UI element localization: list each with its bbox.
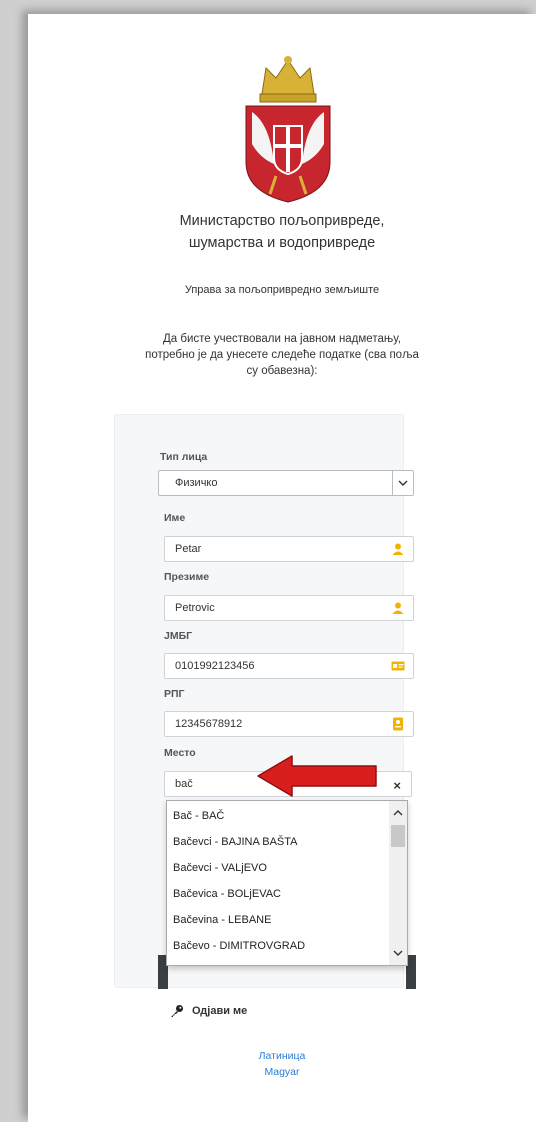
rpg-input[interactable] [175, 712, 375, 736]
ministry-title-line2: шумарства и водопривреде [188, 235, 376, 251]
rpg-label: РПГ [164, 688, 185, 700]
ministry-title-line1: Министарство пољопривреде, [179, 213, 385, 229]
place-label: Место [164, 747, 196, 759]
user-icon [392, 602, 404, 614]
department-name: Управа за пољопривредно земљиште [184, 284, 380, 296]
logout-link[interactable]: Одјави ме [170, 1004, 247, 1018]
red-arrow-annotation [257, 755, 377, 797]
surname-field[interactable] [164, 595, 414, 621]
place-dropdown-list[interactable]: Bač - BAČ Bačevci - BAJINA BAŠTA Bačevci… [166, 800, 408, 966]
dropdown-option[interactable]: Bačevo - DIMITROVGRAD [173, 940, 305, 952]
id-card-icon [391, 661, 405, 671]
person-type-value: Физичко [175, 477, 218, 489]
coat-of-arms-logo [245, 56, 331, 203]
intro-line: потребно је да унесете следеће податке (… [145, 349, 419, 361]
key-icon [171, 1005, 183, 1017]
surname-label: Презиме [164, 571, 210, 583]
hungarian-link[interactable]: Magyar [28, 1066, 536, 1078]
surname-input[interactable] [175, 596, 375, 620]
latin-link[interactable]: Латиница [28, 1050, 536, 1062]
jmbg-input[interactable] [175, 654, 375, 678]
intro-line: су обавезна): [246, 365, 318, 377]
jmbg-label: ЈМБГ [164, 630, 193, 642]
dropdown-option[interactable]: Bačevica - BOLjEVAC [173, 888, 281, 900]
chevron-up-icon[interactable] [393, 809, 403, 817]
clear-icon[interactable]: × [393, 778, 401, 793]
logout-label: Одјави ме [192, 1005, 248, 1017]
badge-icon [393, 717, 403, 731]
intro-line: Да бисте учествовали на јавном надметању… [162, 333, 401, 345]
intro-text: Да бисте учествовали на јавном надметању… [112, 331, 452, 379]
name-input[interactable] [175, 537, 375, 561]
dropdown-option[interactable]: Bačevina - LEBANE [173, 914, 271, 926]
name-label: Име [164, 512, 186, 524]
dropdown-option[interactable]: Bačevci - BAJINA BAŠTA [173, 836, 298, 848]
chevron-down-icon[interactable] [393, 949, 403, 957]
scrollbar-thumb[interactable] [391, 825, 405, 847]
person-type-select[interactable]: Физичко [158, 470, 414, 496]
name-field[interactable] [164, 536, 414, 562]
user-icon [392, 543, 404, 555]
dropdown-scrollbar[interactable] [389, 801, 407, 965]
chevron-down-icon[interactable] [392, 471, 413, 495]
rpg-field[interactable] [164, 711, 414, 737]
jmbg-field[interactable] [164, 653, 414, 679]
person-type-label: Тип лица [160, 451, 208, 463]
dropdown-option[interactable]: Bač - BAČ [173, 810, 224, 822]
dropdown-option[interactable]: Bačevci - VALjEVO [173, 862, 267, 874]
